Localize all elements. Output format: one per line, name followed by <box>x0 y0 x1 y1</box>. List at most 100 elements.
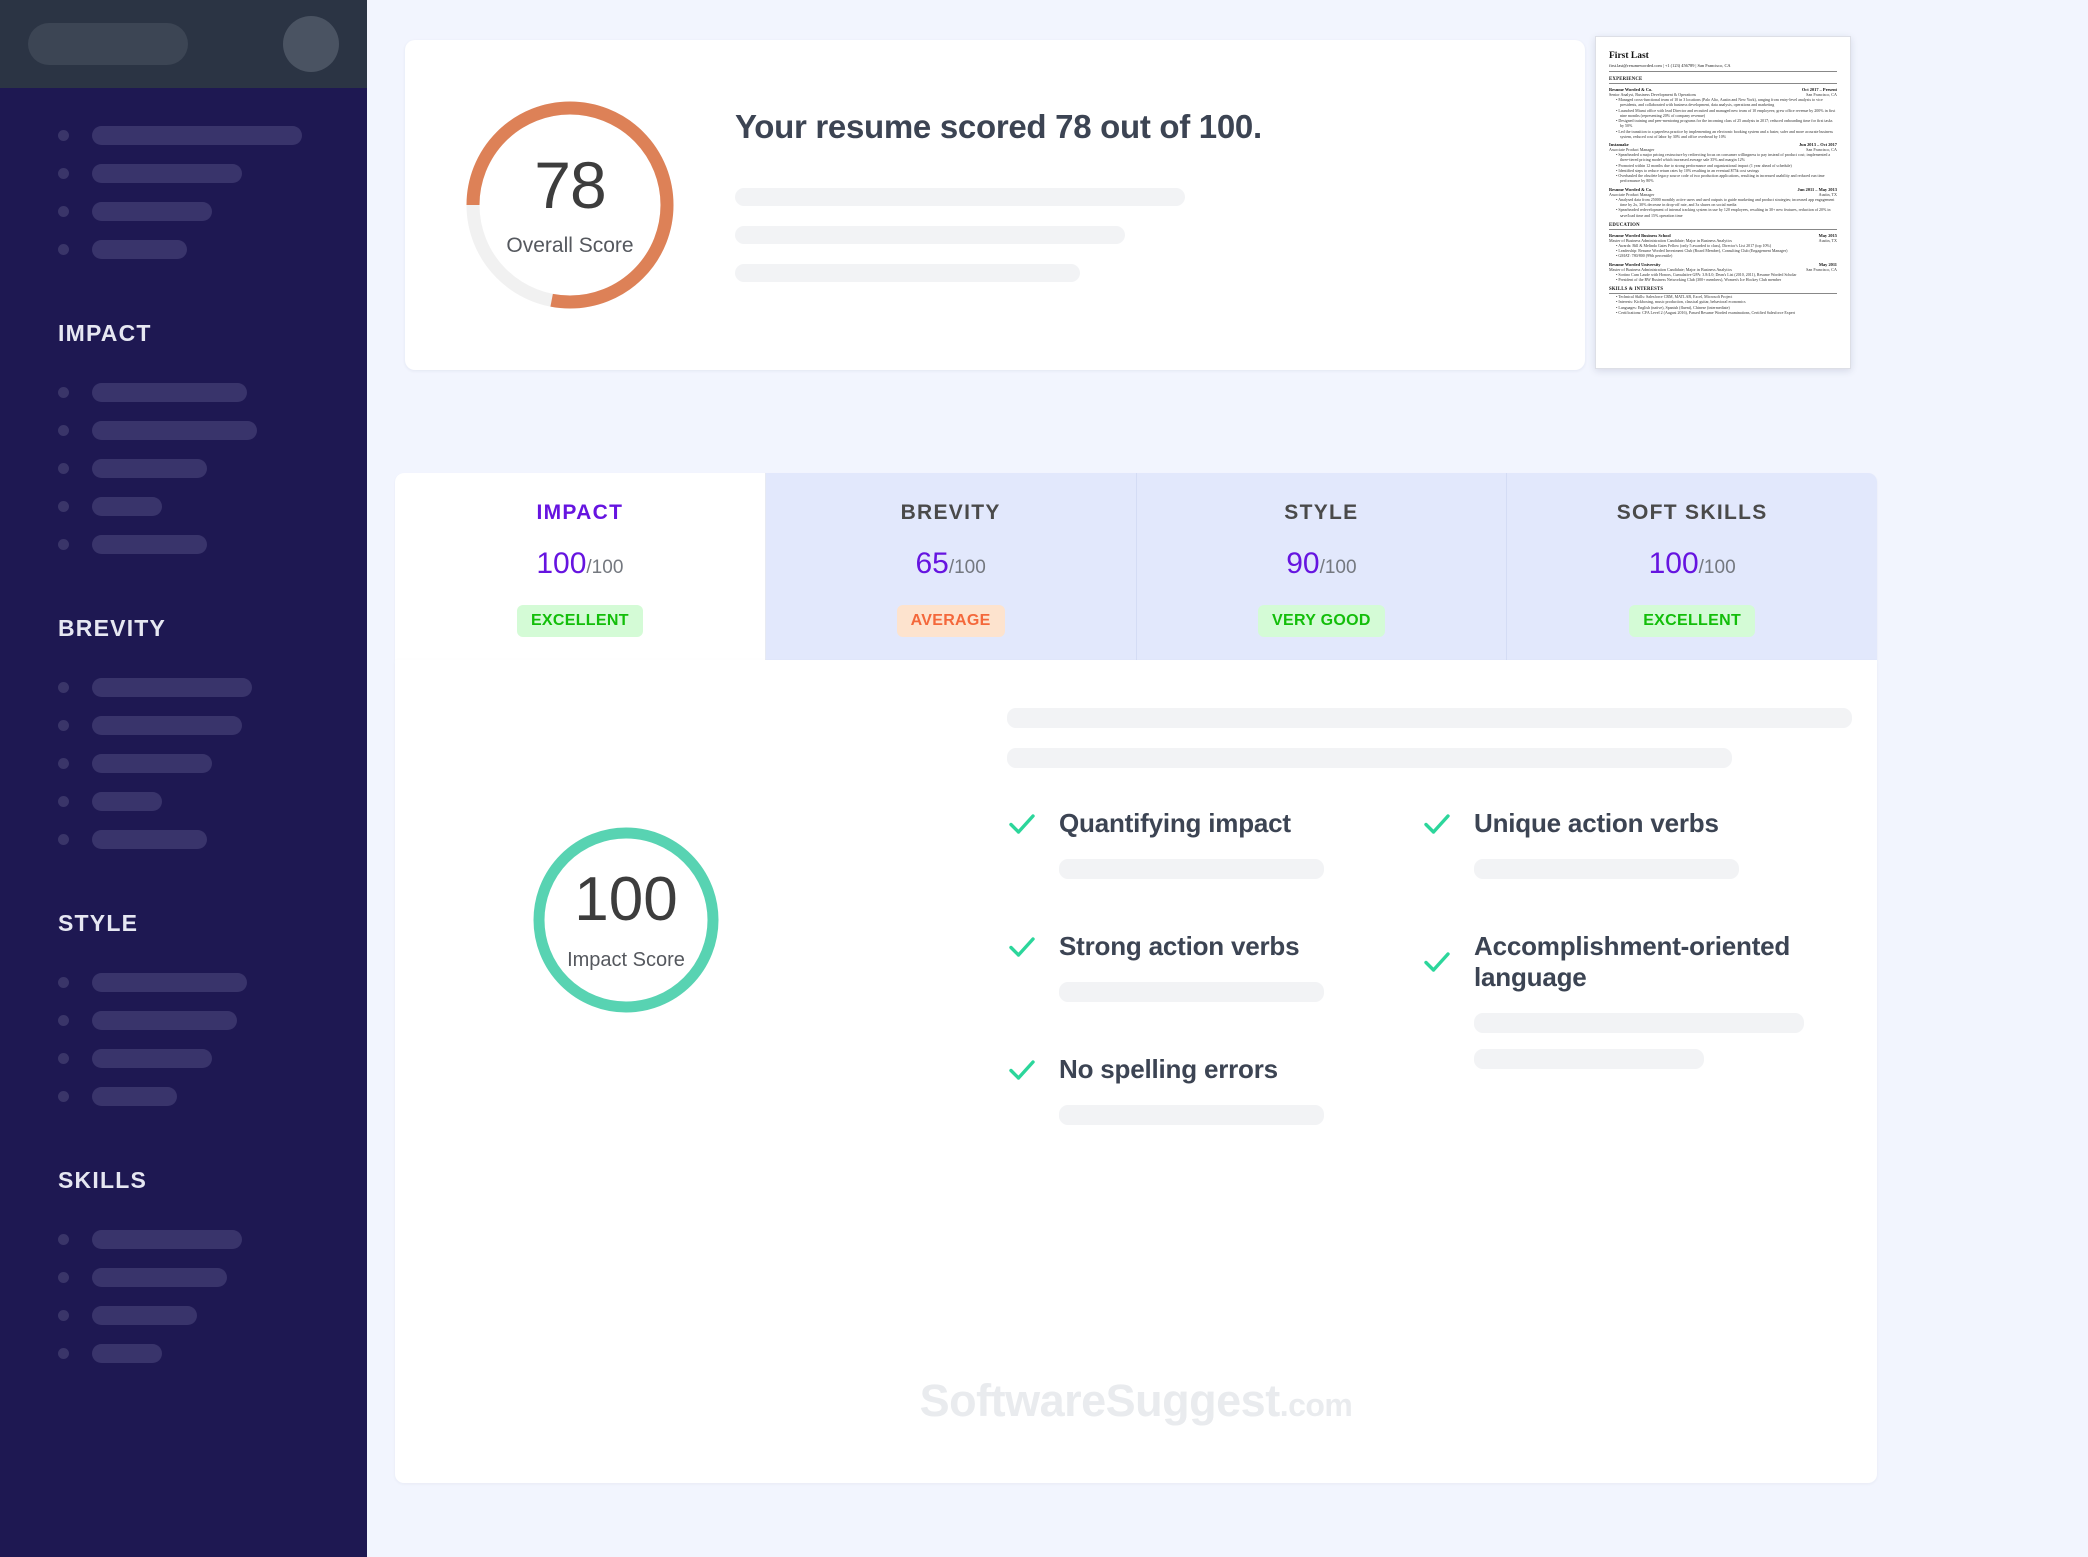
sidebar-item[interactable] <box>0 1220 367 1258</box>
sidebar-item[interactable] <box>0 1334 367 1372</box>
sidebar-item[interactable] <box>0 525 367 563</box>
bullet-icon <box>58 1309 69 1321</box>
bullet-icon <box>58 167 69 179</box>
resume-bullet: Certifications: CFA Level 2 (August 2016… <box>1616 310 1837 315</box>
tab-score-value: 65 <box>915 546 949 580</box>
tab-label: IMPACT <box>536 500 624 524</box>
sidebar-item[interactable] <box>0 744 367 782</box>
tab-score-max: /100 <box>1319 556 1357 578</box>
overall-gauge-center: 78 Overall Score <box>463 98 677 312</box>
checklist-column-right: Unique action verbs Accomplishment-orient… <box>1422 808 1837 1177</box>
avatar[interactable] <box>283 16 339 72</box>
sidebar-item-label-placeholder <box>92 1229 242 1249</box>
sidebar-item[interactable] <box>0 1258 367 1296</box>
sidebar-item[interactable] <box>0 487 367 525</box>
bullet-icon <box>58 424 69 436</box>
skeleton-line <box>1059 859 1324 879</box>
skeleton-line <box>735 188 1185 206</box>
overall-score-card: 78 Overall Score Your resume scored 78 o… <box>405 40 1585 370</box>
sidebar-item-label-placeholder <box>92 125 302 145</box>
checklist-item[interactable]: Strong action verbs <box>1007 931 1422 1002</box>
sidebar-item[interactable] <box>0 782 367 820</box>
sidebar-item[interactable] <box>0 230 367 268</box>
skeleton-line <box>1007 748 1732 768</box>
resume-bullet: Overhauled the obsolete legacy source co… <box>1616 173 1837 184</box>
sidebar-item[interactable] <box>0 1001 367 1039</box>
watermark: SoftwareSuggest.com <box>395 1375 1877 1427</box>
bullet-icon <box>58 205 69 217</box>
checklist-item-header: Accomplishment-oriented language <box>1422 931 1837 993</box>
bullet-icon <box>58 833 69 845</box>
checklist-skeleton-lines <box>1059 982 1422 1002</box>
sidebar-item-label-placeholder <box>92 496 162 516</box>
status-badge: AVERAGE <box>896 604 1005 637</box>
bullet-icon <box>58 243 69 255</box>
app-root: IMPACT BREVITY STYLE SKILLS 78 Overall Scor… <box>0 0 2088 1557</box>
checklist-skeleton-lines <box>1059 859 1422 879</box>
checklist-item[interactable]: Quantifying impact <box>1007 808 1422 879</box>
sidebar-item-label-placeholder <box>92 715 242 735</box>
sidebar-item-label-placeholder <box>92 791 162 811</box>
tab-score-value: 100 <box>1648 546 1699 580</box>
tab-style[interactable]: STYLE 90/100 VERY GOOD <box>1137 473 1508 660</box>
tab-label: BREVITY <box>900 500 1001 524</box>
sidebar-item[interactable] <box>0 668 367 706</box>
sidebar-item[interactable] <box>0 963 367 1001</box>
sidebar-item[interactable] <box>0 1039 367 1077</box>
resume-bullet: President of the RW Business Networking … <box>1616 277 1837 282</box>
check-icon <box>1424 952 1450 972</box>
skeleton-line <box>1059 982 1324 1002</box>
sidebar-item-label-placeholder <box>92 972 247 992</box>
check-icon <box>1009 936 1035 957</box>
resume-preview-thumbnail[interactable]: First Last first.last@resumeworded.com |… <box>1595 36 1851 369</box>
sidebar-item[interactable] <box>0 116 367 154</box>
checklist-item[interactable]: Unique action verbs <box>1422 808 1837 879</box>
status-badge: EXCELLENT <box>1629 604 1756 637</box>
bullet-icon <box>58 1347 69 1359</box>
checklist-item-label: Accomplishment-oriented language <box>1474 931 1791 992</box>
sidebar-item[interactable] <box>0 820 367 858</box>
bullet-icon <box>58 462 69 474</box>
tab-score: 65/100 <box>915 547 985 581</box>
sidebar-item[interactable] <box>0 1077 367 1115</box>
sidebar-group: BREVITY <box>0 615 367 858</box>
sidebar-item[interactable] <box>0 373 367 411</box>
sidebar-item[interactable] <box>0 449 367 487</box>
bullet-icon <box>58 129 69 141</box>
sidebar-heading-style: STYLE <box>58 910 139 936</box>
skeleton-line <box>735 226 1125 244</box>
bullet-icon <box>58 538 69 550</box>
checklist-item-label: Unique action verbs <box>1474 808 1719 838</box>
tab-soft-skills[interactable]: SOFT SKILLS 100/100 EXCELLENT <box>1507 473 1877 660</box>
impact-gauge-wrap: 100 Impact Score <box>441 770 811 1070</box>
tab-score: 100/100 <box>1649 547 1736 581</box>
tab-impact[interactable]: IMPACT 100/100 EXCELLENT <box>395 473 766 660</box>
sidebar-item[interactable] <box>0 411 367 449</box>
tab-brevity[interactable]: BREVITY 65/100 AVERAGE <box>766 473 1137 660</box>
sidebar-item[interactable] <box>0 192 367 230</box>
bullet-icon <box>58 386 69 398</box>
tab-score-max: /100 <box>586 556 624 578</box>
resume-bullet: Analysed data from 25000 monthly active … <box>1616 197 1837 208</box>
sidebar-item[interactable] <box>0 154 367 192</box>
sidebar-heading-skills: SKILLS <box>58 1167 147 1193</box>
sidebar-item-label-placeholder <box>92 1048 212 1068</box>
main-content: 78 Overall Score Your resume scored 78 o… <box>367 0 2088 1557</box>
bullet-icon <box>58 1014 69 1026</box>
status-badge: EXCELLENT <box>516 604 643 637</box>
checklist-column-left: Quantifying impact Strong action verbs No … <box>1007 808 1422 1177</box>
impact-score-label: Impact Score <box>567 948 685 971</box>
logo-placeholder[interactable] <box>28 23 188 65</box>
resume-section-title: SKILLS & INTERESTS <box>1609 287 1837 295</box>
sidebar-item[interactable] <box>0 706 367 744</box>
checklist-item[interactable]: Accomplishment-oriented language <box>1422 931 1837 1069</box>
checklist-item[interactable]: No spelling errors <box>1007 1054 1422 1125</box>
sidebar-item-label-placeholder <box>92 1010 237 1030</box>
sidebar-item-label-placeholder <box>92 382 247 402</box>
tab-label: SOFT SKILLS <box>1616 500 1768 524</box>
sidebar-item[interactable] <box>0 1296 367 1334</box>
check-icon <box>1009 813 1035 834</box>
tab-score: 90/100 <box>1286 547 1356 581</box>
bullet-icon <box>58 1233 69 1245</box>
sidebar-item-label-placeholder <box>92 1086 177 1106</box>
